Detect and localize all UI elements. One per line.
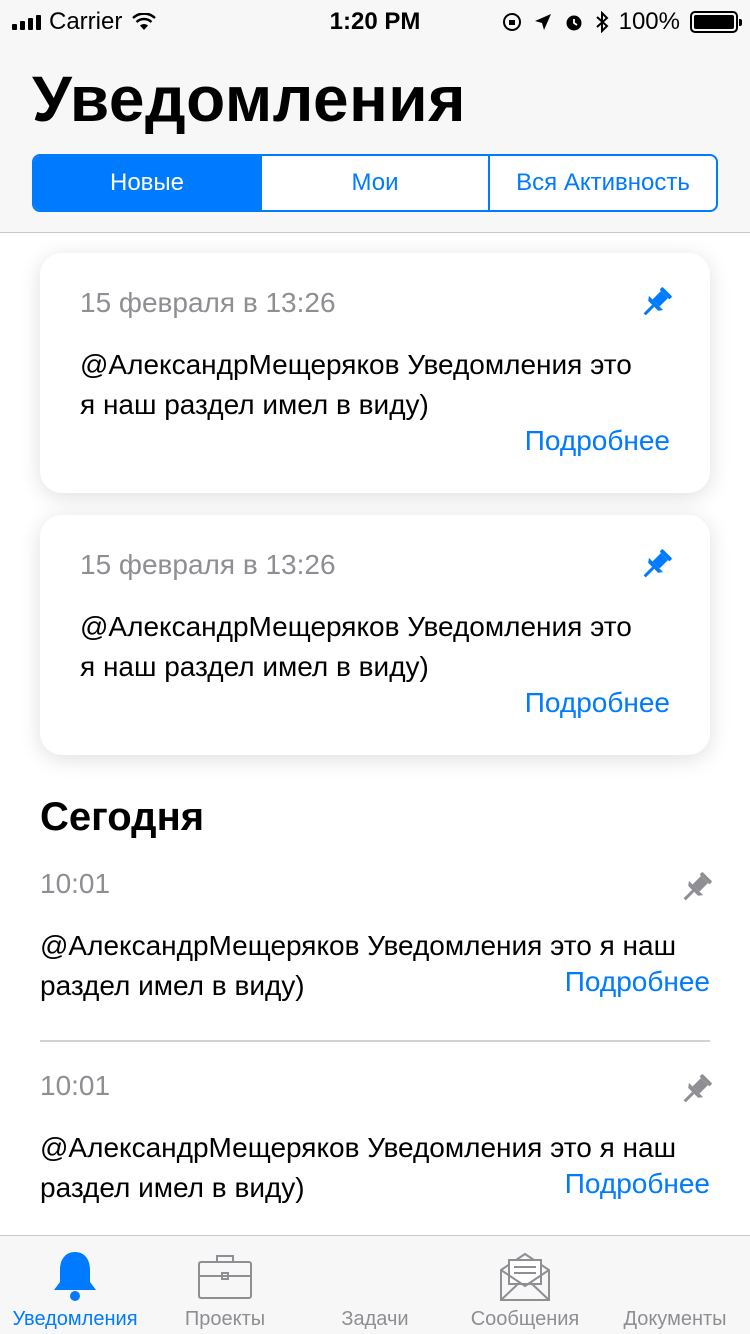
pin-icon[interactable] (676, 1070, 716, 1110)
tab-projects[interactable]: Проекты (150, 1236, 300, 1334)
more-link[interactable]: Подробнее (565, 1168, 710, 1200)
tab-documents[interactable]: Документы (600, 1236, 750, 1334)
segment-all-activity[interactable]: Вся Активность (488, 156, 716, 210)
more-link[interactable]: Подробнее (525, 687, 670, 719)
tab-notifications[interactable]: Уведомления (0, 1236, 150, 1334)
card-text: @АлександрМещеряков Уведомления это я на… (80, 611, 632, 682)
tab-label: Документы (623, 1308, 727, 1330)
tab-label: Задачи (341, 1308, 409, 1330)
battery-percent: 100% (618, 8, 680, 35)
card-text: @АлександрМещеряков Уведомления это я на… (80, 349, 632, 420)
briefcase-icon (198, 1255, 252, 1299)
more-link[interactable]: Подробнее (525, 425, 670, 457)
card-date: 15 февраля в 13:26 (80, 287, 336, 318)
segment-mine[interactable]: Мои (260, 156, 488, 210)
bluetooth-icon (595, 11, 609, 33)
tab-label: Уведомления (12, 1308, 138, 1330)
list-item[interactable]: 10:01 @АлександрМещеряков Уведомления эт… (40, 868, 712, 1048)
tab-messages[interactable]: Сообщения (450, 1236, 600, 1334)
pin-icon[interactable] (636, 545, 676, 585)
list-item[interactable]: 10:01 @АлександрМещеряков Уведомления эт… (40, 1070, 712, 1250)
segment-new[interactable]: Новые (34, 156, 260, 210)
segmented-control: Новые Мои Вся Активность (32, 154, 718, 212)
envelope-icon (500, 1252, 550, 1301)
card-date: 15 февраля в 13:26 (80, 549, 336, 580)
tasks-icon (345, 1248, 405, 1304)
tab-bar: Уведомления Проекты Задачи Сообщения Док… (0, 1235, 750, 1334)
status-bar: Carrier 1:20 PM 100% (0, 0, 750, 40)
pinned-card[interactable]: 15 февраля в 13:26 @АлександрМещеряков У… (40, 253, 710, 493)
item-time: 10:01 (40, 1070, 111, 1101)
documents-icon (645, 1248, 705, 1304)
orientation-lock-icon (502, 13, 521, 31)
alarm-icon (566, 15, 582, 31)
pinned-card[interactable]: 15 февраля в 13:26 @АлександрМещеряков У… (40, 515, 710, 755)
tab-tasks[interactable]: Задачи (300, 1236, 450, 1334)
section-title: Сегодня (40, 795, 205, 839)
battery-icon (690, 11, 742, 33)
pin-icon[interactable] (636, 283, 676, 323)
status-right: 100% (501, 8, 742, 36)
page-title: Уведомления (32, 63, 466, 135)
header: Уведомления Новые Мои Вся Активность (0, 40, 750, 233)
tab-label: Сообщения (470, 1308, 580, 1330)
location-icon (534, 14, 551, 30)
pin-icon[interactable] (676, 868, 716, 908)
tab-label: Проекты (184, 1308, 266, 1330)
item-time: 10:01 (40, 868, 111, 899)
bell-icon (54, 1252, 96, 1301)
more-link[interactable]: Подробнее (565, 966, 710, 998)
divider (40, 1040, 710, 1042)
